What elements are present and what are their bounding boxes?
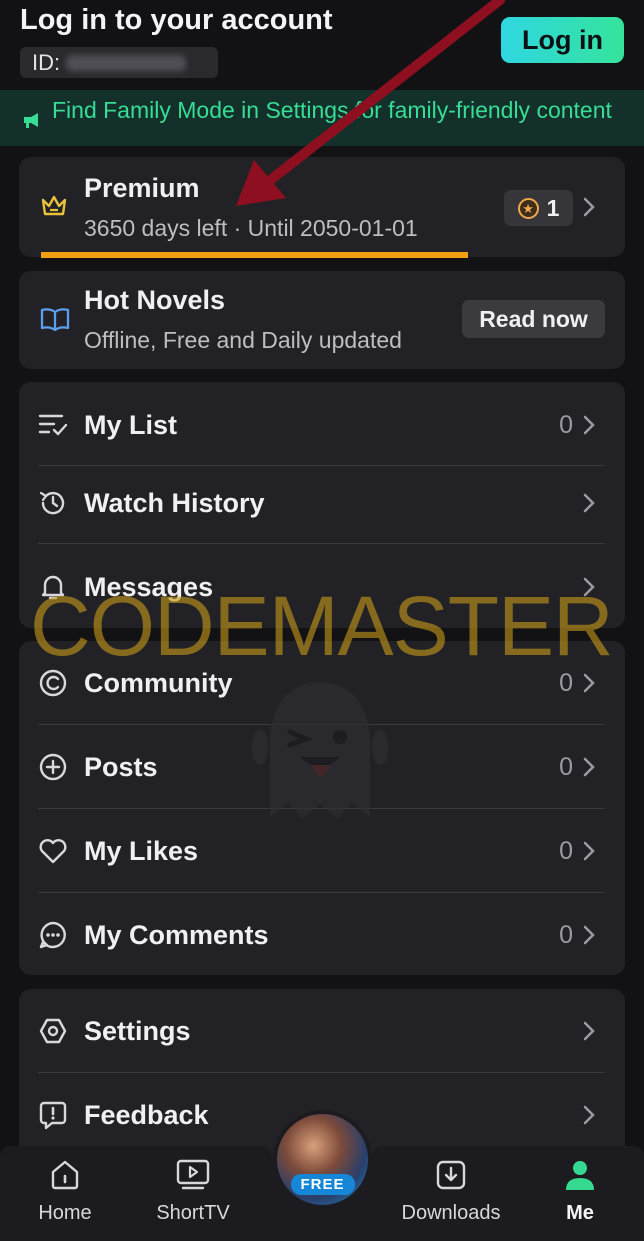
- menu-count: 0: [559, 753, 573, 781]
- menu-label: My Comments: [84, 920, 269, 950]
- feedback-icon: [38, 1100, 68, 1135]
- nav-label: Downloads: [401, 1202, 501, 1224]
- divider: [38, 1072, 605, 1073]
- chevron-right-icon: [582, 414, 596, 441]
- novels-subtitle: Offline, Free and Daily updated: [84, 327, 402, 353]
- menu-label: Feedback: [84, 1100, 209, 1130]
- book-icon: [40, 307, 70, 336]
- nav-item-downloads[interactable]: Downloads: [393, 1158, 509, 1225]
- novels-title: Hot Novels: [84, 285, 226, 315]
- watermark-text: CODEMASTER: [30, 579, 614, 673]
- nav-item-shorttv[interactable]: ShortTV: [150, 1158, 236, 1225]
- play-screen-icon: [150, 1158, 236, 1197]
- nav-label: Me: [566, 1202, 594, 1224]
- home-icon: [24, 1158, 106, 1197]
- chevron-right-icon: [582, 492, 596, 519]
- menu-label: My List: [84, 410, 178, 440]
- menu-label: My Likes: [84, 836, 199, 866]
- chevron-right-icon: [582, 756, 596, 783]
- download-icon: [393, 1158, 509, 1197]
- free-badge: FREE: [290, 1174, 355, 1195]
- chevron-right-icon: [582, 672, 596, 699]
- nav-item-home[interactable]: Home: [24, 1158, 106, 1225]
- menu-item-watch-history[interactable]: Watch History: [19, 464, 625, 542]
- plus-circle-icon: [38, 752, 68, 787]
- heart-icon: [38, 836, 68, 871]
- nav-label: Home: [38, 1202, 92, 1224]
- menu-item-my-list[interactable]: My List 0: [19, 386, 625, 464]
- ghost-icon: [240, 677, 400, 832]
- user-icon: [540, 1158, 620, 1197]
- divider: [38, 892, 605, 893]
- bottom-nav-bar: Home ShortTV FREE Downloads Me: [0, 1110, 644, 1241]
- chevron-right-icon: [582, 840, 596, 867]
- menu-label: Watch History: [84, 488, 265, 518]
- read-now-button[interactable]: Read now: [462, 300, 605, 338]
- list-check-icon: [38, 410, 68, 443]
- nav-label: ShortTV: [156, 1202, 230, 1224]
- menu-count: 0: [559, 921, 573, 949]
- comment-icon: [38, 920, 68, 955]
- menu-item-settings[interactable]: Settings: [19, 992, 625, 1070]
- history-icon: [38, 488, 68, 523]
- chevron-right-icon: [582, 924, 596, 951]
- menu-label: Posts: [84, 752, 158, 782]
- chevron-right-icon: [582, 1104, 596, 1131]
- divider: [38, 543, 605, 544]
- nav-item-me[interactable]: Me: [540, 1158, 620, 1225]
- menu-count: 0: [559, 837, 573, 865]
- menu-item-my-comments[interactable]: My Comments 0: [19, 896, 625, 974]
- menu-count: 0: [559, 411, 573, 439]
- menu-label: Settings: [84, 1016, 191, 1046]
- settings-icon: [38, 1016, 68, 1051]
- free-promo-button[interactable]: FREE: [273, 1110, 372, 1209]
- annotation-arrow: [236, 0, 505, 206]
- hot-novels-card[interactable]: Hot Novels Offline, Free and Daily updat…: [19, 271, 625, 369]
- chevron-right-icon: [582, 1020, 596, 1047]
